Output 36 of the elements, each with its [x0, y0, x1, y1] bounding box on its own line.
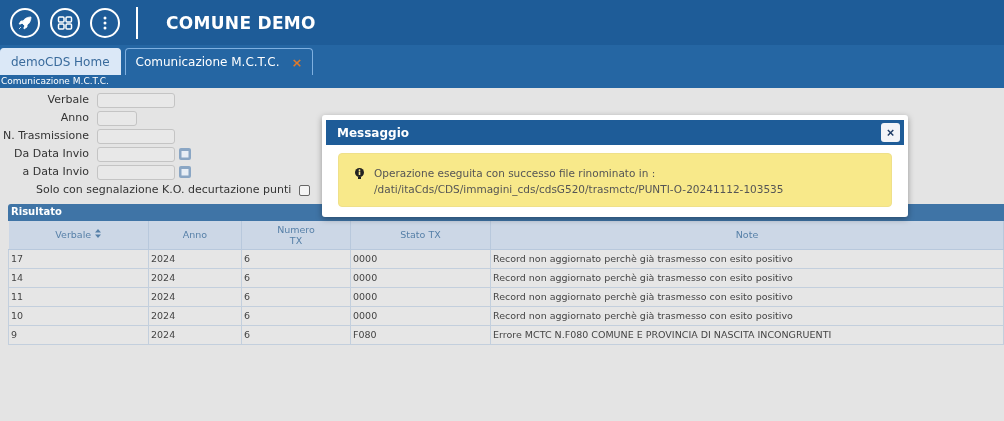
dialog-title: Messaggio — [337, 125, 409, 140]
tab[interactable]: demoCDS Home — [0, 48, 121, 75]
rocket-button[interactable] — [10, 7, 40, 38]
message-text: /dati/itaCds/CDS/immagini_cds/cdsG520/trasmctc/PUNTI-O-20241112-103535 — [374, 182, 784, 197]
input-field[interactable] — [97, 110, 137, 126]
grid-icon — [57, 14, 73, 31]
checkbox[interactable] — [299, 184, 311, 196]
grid-button[interactable] — [50, 7, 80, 38]
close-tab-button[interactable]: × — [291, 54, 303, 70]
input-field[interactable] — [97, 128, 175, 144]
column-header[interactable]: Numero TX — [241, 221, 351, 249]
breadcrumb: Comunicazione M.C.T.C. — [0, 75, 1004, 88]
checkbox-label: Solo con segnalazione K.O. decurtazione punti — [36, 182, 292, 198]
message-text: Operazione eseguita con successo file rinominato in : — [374, 166, 657, 181]
calendar-icon[interactable] — [179, 166, 191, 178]
column-header[interactable]: Anno — [148, 221, 242, 249]
field-label: Anno — [59, 110, 89, 126]
field-label: N. Trasmissione — [1, 128, 89, 144]
calendar-icon[interactable] — [179, 148, 191, 160]
sort-icon — [95, 229, 102, 239]
input-field[interactable] — [97, 92, 175, 108]
rocket-icon — [17, 14, 33, 31]
input-field[interactable] — [97, 146, 175, 162]
field-label: a Data Invio — [21, 164, 89, 180]
column-header[interactable]: Verbale — [8, 221, 149, 249]
field-label: Da Data Invio — [13, 146, 89, 162]
column-header[interactable]: Stato TX — [350, 221, 491, 249]
column-header[interactable]: Note — [490, 221, 1004, 249]
field-label: Verbale — [46, 92, 89, 108]
info-icon — [355, 168, 364, 179]
input-field[interactable] — [97, 164, 175, 180]
close-button[interactable]: × — [881, 123, 900, 142]
tab[interactable]: Comunicazione M.C.T.C. × — [124, 48, 314, 75]
more-icon — [103, 15, 107, 30]
app-title: COMUNE DEMO — [166, 12, 316, 33]
more-menu-button[interactable] — [90, 7, 120, 38]
